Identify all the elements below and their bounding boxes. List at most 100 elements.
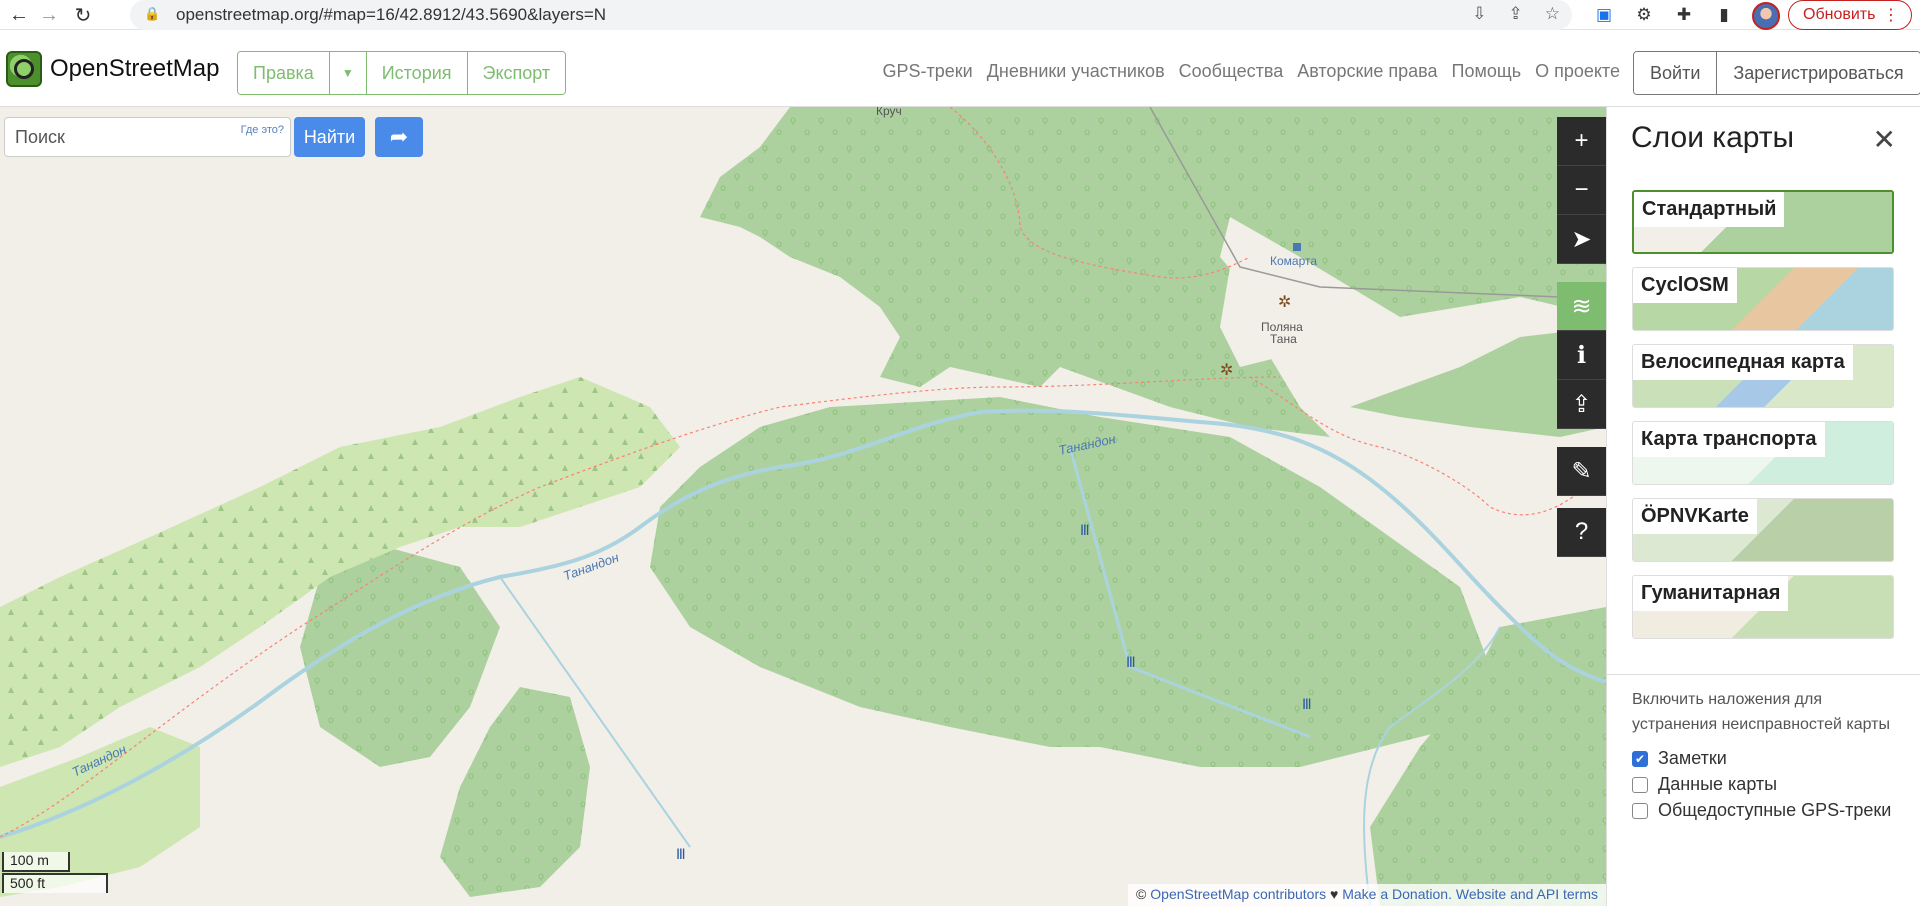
scale-imperial: 500 ft	[2, 873, 108, 893]
layer-name: Стандартный	[1634, 192, 1785, 227]
overlay-description: Включить наложения для устранения неиспр…	[1632, 691, 1890, 733]
panel-divider	[1607, 674, 1920, 675]
layer-name: Велосипедная карта	[1633, 345, 1853, 380]
browser-menu-icon: ⋮	[1883, 7, 1899, 24]
address-url: openstreetmap.org/#map=16/42.8912/43.569…	[176, 5, 607, 24]
export-button[interactable]: Экспорт	[467, 52, 566, 94]
side-panel-icon[interactable]: ▮	[1712, 3, 1736, 27]
overlay-gps-traces-checkbox[interactable]: Общедоступные GPS-треки	[1632, 800, 1891, 821]
overlay-label: Заметки	[1658, 748, 1727, 768]
top-place-label: Круч	[876, 107, 902, 118]
install-icon[interactable]: ⇩	[1472, 4, 1486, 24]
logo-text: OpenStreetMap	[50, 55, 220, 82]
layers-panel: Слои карты ✕ Стандартный CyclOSM Велосип…	[1606, 107, 1920, 906]
close-icon[interactable]: ✕	[1873, 123, 1896, 156]
edit-dropdown-caret-icon[interactable]: ▼	[329, 52, 367, 94]
overlay-label: Данные карты	[1658, 774, 1778, 794]
map-attribution: © OpenStreetMap contributors ♥ Make a Do…	[1128, 884, 1606, 906]
api-terms-link[interactable]: Website and API terms	[1456, 886, 1598, 902]
forward-icon[interactable]: →	[36, 2, 62, 28]
info-icon[interactable]: ℹ	[1557, 331, 1606, 380]
layer-name: Гуманитарная	[1633, 576, 1789, 611]
search-placeholder: Поиск	[15, 126, 65, 147]
overlay-map-data-checkbox[interactable]: Данные карты	[1632, 774, 1777, 795]
nav-copyright[interactable]: Авторские права	[1297, 61, 1437, 82]
edit-button-group: Правка ▼ История Экспорт	[237, 51, 567, 95]
layers-icon[interactable]: ≋	[1557, 282, 1606, 331]
directions-icon: ➦	[389, 124, 409, 149]
site-logo[interactable]: OpenStreetMap	[6, 51, 219, 87]
water-structure-icon-1: Ⅲ	[1080, 523, 1090, 539]
query-controls: ?	[1557, 508, 1606, 557]
map-canvas[interactable]: ϙ ϙ	[0, 107, 1606, 906]
nav-user-diaries[interactable]: Дневники участников	[987, 61, 1165, 82]
search-input[interactable]: Поиск Где это?	[4, 117, 291, 157]
village-label: Комарта	[1270, 254, 1318, 268]
bus-stop-icon	[1293, 243, 1301, 251]
login-button[interactable]: Войти	[1634, 52, 1718, 94]
signup-button[interactable]: Зарегистрироваться	[1717, 52, 1920, 94]
where-is-this-link[interactable]: Где это?	[241, 124, 284, 136]
attribution-heart: ♥	[1330, 886, 1339, 902]
back-icon[interactable]: ←	[6, 2, 32, 28]
windmill-icon: ✲	[1278, 292, 1291, 311]
layer-name: ÖPNVKarte	[1633, 499, 1757, 534]
reload-icon[interactable]: ↻	[70, 2, 96, 28]
find-button[interactable]: Найти	[294, 117, 365, 157]
panel-title: Слои карты	[1631, 121, 1795, 154]
donation-link[interactable]: Make a Donation.	[1342, 886, 1452, 902]
attribution-copyright: ©	[1136, 886, 1147, 902]
checkbox-checked-icon[interactable]: ✔	[1632, 750, 1648, 767]
share-icon[interactable]: ⇪	[1509, 4, 1523, 24]
layer-cyclosm[interactable]: CyclOSM	[1632, 267, 1894, 331]
nav-about[interactable]: О проекте	[1535, 61, 1620, 82]
update-button[interactable]: Обновить ⋮	[1788, 0, 1912, 30]
layer-transport-map[interactable]: Карта транспорта	[1632, 421, 1894, 485]
scale-metric: 100 m	[2, 852, 70, 872]
map-controls: ≋ ℹ ⇪	[1557, 282, 1606, 429]
layer-standard[interactable]: Стандартный	[1632, 190, 1894, 254]
zoom-controls: + − ➤	[1557, 117, 1606, 264]
history-button[interactable]: История	[366, 52, 468, 94]
water-structure-icon-3: Ⅲ	[1302, 697, 1312, 713]
nav-help[interactable]: Помощь	[1452, 61, 1522, 82]
glade-label-2: Тана	[1270, 332, 1297, 346]
extension-s-icon[interactable]: ▣	[1592, 3, 1616, 27]
windmill-icon-2: ✲	[1220, 360, 1233, 379]
water-structure-icon-4: Ⅲ	[676, 847, 686, 863]
layer-cycle-map[interactable]: Велосипедная карта	[1632, 344, 1894, 408]
browser-toolbar: ← → ↻ 🔒 openstreetmap.org/#map=16/42.891…	[0, 0, 1920, 30]
zoom-out-icon[interactable]: −	[1557, 166, 1606, 215]
profile-avatar[interactable]	[1752, 2, 1780, 30]
water-structure-icon-2: Ⅲ	[1126, 655, 1136, 671]
overlay-label: Общедоступные GPS-треки	[1658, 800, 1892, 820]
nav-communities[interactable]: Сообщества	[1179, 61, 1284, 82]
note-controls: ✎	[1557, 447, 1606, 496]
layer-name: Карта транспорта	[1633, 422, 1825, 457]
query-features-icon[interactable]: ?	[1557, 508, 1606, 557]
zoom-in-icon[interactable]: +	[1557, 117, 1606, 166]
map-tiles: ϙ ϙ	[0, 107, 1606, 906]
forest-west-2-pattern	[440, 687, 590, 897]
lock-icon: 🔒	[144, 6, 161, 21]
locate-icon[interactable]: ➤	[1557, 215, 1606, 264]
nav-gps-traces[interactable]: GPS-треки	[883, 61, 973, 82]
address-bar[interactable]: 🔒 openstreetmap.org/#map=16/42.8912/43.5…	[130, 0, 1572, 30]
add-note-icon[interactable]: ✎	[1557, 447, 1606, 496]
layer-opnvkarte[interactable]: ÖPNVKarte	[1632, 498, 1894, 562]
extension-robot-icon[interactable]: ⚙	[1632, 3, 1656, 27]
osm-contributors-link[interactable]: OpenStreetMap contributors	[1150, 886, 1326, 902]
update-label: Обновить	[1803, 6, 1876, 23]
extensions-puzzle-icon[interactable]: ✚	[1672, 3, 1696, 27]
checkbox-unchecked-icon[interactable]	[1632, 802, 1648, 819]
site-header: OpenStreetMap Правка ▼ История Экспорт G…	[0, 31, 1920, 107]
layer-humanitarian[interactable]: Гуманитарная	[1632, 575, 1894, 639]
overlay-notes-checkbox[interactable]: ✔ Заметки	[1632, 748, 1727, 769]
edit-button[interactable]: Правка	[238, 52, 330, 94]
auth-buttons: Войти Зарегистрироваться	[1633, 51, 1920, 95]
layer-name: CyclOSM	[1633, 268, 1737, 303]
checkbox-unchecked-icon[interactable]	[1632, 776, 1648, 793]
bookmark-star-icon[interactable]: ☆	[1545, 4, 1560, 24]
directions-button[interactable]: ➦	[375, 117, 423, 157]
share-map-icon[interactable]: ⇪	[1557, 380, 1606, 429]
